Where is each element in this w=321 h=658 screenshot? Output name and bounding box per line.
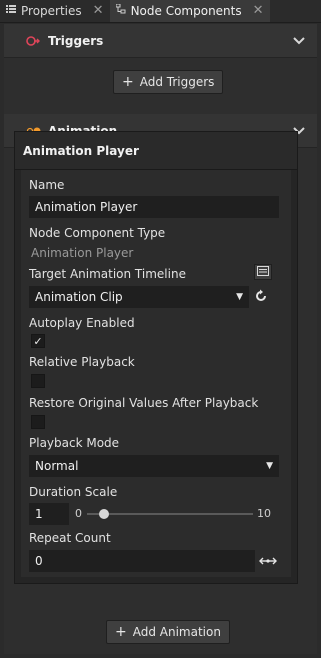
- playback-mode-select[interactable]: Normal ▼: [29, 455, 279, 477]
- timeline-icon: [257, 265, 269, 279]
- plus-icon: +: [115, 624, 127, 640]
- target-animation-timeline-label: Target Animation Timeline: [29, 267, 186, 281]
- add-animation-button[interactable]: + Add Animation: [106, 620, 230, 644]
- add-triggers-label: Add Triggers: [139, 75, 215, 89]
- duration-scale-slider-thumb[interactable]: [98, 509, 109, 519]
- triggers-section-body: + Add Triggers: [4, 58, 317, 114]
- repeat-count-label: Repeat Count: [29, 531, 111, 545]
- playback-mode-value: Normal: [35, 459, 79, 473]
- timeline-browse-button[interactable]: [254, 264, 272, 280]
- tab-bar: Properties ✕ Node Components ✕: [0, 0, 321, 23]
- relative-playback-checkbox[interactable]: [31, 374, 45, 388]
- plus-icon: +: [122, 74, 134, 90]
- duration-scale-label: Duration Scale: [29, 485, 118, 499]
- close-icon[interactable]: ✕: [253, 3, 264, 18]
- close-icon[interactable]: ✕: [93, 3, 104, 18]
- tab-properties[interactable]: Properties ✕: [0, 0, 110, 22]
- timeline-select-value: Animation Clip: [35, 290, 123, 304]
- restore-original-values-label: Restore Original Values After Playback: [29, 396, 259, 410]
- node-component-type-label: Node Component Type: [29, 226, 166, 240]
- animation-player-card: Animation Player Name Animation Player N…: [14, 131, 298, 584]
- autoplay-enabled-checkbox[interactable]: ✓: [31, 334, 45, 348]
- dropdown-arrow-icon: ▼: [236, 292, 243, 302]
- animation-player-title: Animation Player: [15, 132, 297, 170]
- duration-scale-max: 10: [257, 507, 271, 520]
- triggers-title: Triggers: [48, 33, 104, 48]
- triggers-section-header[interactable]: Triggers: [4, 24, 317, 58]
- autoplay-enabled-label: Autoplay Enabled: [29, 316, 135, 330]
- duration-scale-track[interactable]: [87, 513, 253, 515]
- list-icon: [6, 4, 16, 17]
- check-icon: ✓: [33, 334, 43, 348]
- dropdown-arrow-icon: ▼: [266, 461, 273, 471]
- refresh-icon[interactable]: [254, 289, 268, 306]
- animation-player-body: Name Animation Player Node Component Typ…: [21, 170, 291, 577]
- repeat-count-input[interactable]: 0: [29, 550, 255, 572]
- drag-adjust-icon[interactable]: [259, 555, 277, 570]
- tree-icon: [115, 3, 126, 17]
- add-animation-label: Add Animation: [132, 625, 221, 639]
- tab-node-components-label: Node Components: [130, 3, 242, 18]
- tab-node-components[interactable]: Node Components ✕: [109, 0, 270, 22]
- duration-scale-input[interactable]: 1: [29, 503, 69, 525]
- name-field[interactable]: Animation Player: [29, 196, 279, 218]
- name-label: Name: [29, 178, 65, 192]
- duration-scale-min: 0: [75, 507, 82, 520]
- playback-mode-label: Playback Mode: [29, 436, 120, 450]
- trigger-icon: [26, 35, 44, 47]
- restore-original-values-checkbox[interactable]: [31, 415, 45, 429]
- add-triggers-button[interactable]: + Add Triggers: [113, 70, 224, 94]
- chevron-down-icon[interactable]: [293, 33, 305, 49]
- target-animation-timeline-select[interactable]: Animation Clip ▼: [29, 286, 249, 308]
- relative-playback-label: Relative Playback: [29, 355, 135, 369]
- tab-properties-label: Properties: [21, 3, 82, 18]
- node-component-type-value: Animation Player: [31, 246, 134, 260]
